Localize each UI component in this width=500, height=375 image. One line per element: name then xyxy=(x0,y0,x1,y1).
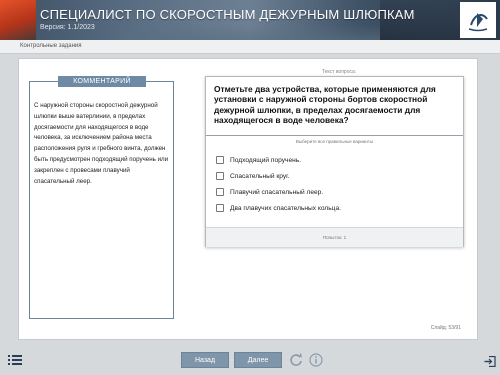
option-label: Подходящий поручень. xyxy=(230,156,302,164)
comment-box: КОММЕНТАРИЙ С наружной стороны скоростно… xyxy=(29,76,174,319)
question-caption: Текст вопроса: xyxy=(321,69,357,75)
comment-text: С наружной стороны скоростной дежурной ш… xyxy=(34,102,169,185)
question-divider xyxy=(206,135,463,136)
question-instruction: Выберите все правильные варианты xyxy=(295,139,374,144)
app-header: СПЕЦИАЛИСТ ПО СКОРОСТНЫМ ДЕЖУРНЫМ ШЛЮПКА… xyxy=(0,0,500,40)
header-water-image xyxy=(120,24,380,40)
back-button[interactable]: Назад xyxy=(181,352,229,368)
answer-option[interactable]: Плавучий спасательный леер. xyxy=(216,188,323,196)
breadcrumb: Контрольные задания xyxy=(20,43,82,49)
option-label: Два плавучих спасательных кольца. xyxy=(230,204,341,212)
app-title: СПЕЦИАЛИСТ ПО СКОРОСТНЫМ ДЕЖУРНЫМ ШЛЮПКА… xyxy=(40,7,415,22)
info-icon[interactable] xyxy=(309,353,323,372)
comment-title: КОММЕНТАРИЙ xyxy=(58,76,146,87)
option-label: Плавучий спасательный леер. xyxy=(230,188,324,196)
answer-option[interactable]: Подходящий поручень. xyxy=(216,156,301,164)
option-checkbox[interactable] xyxy=(216,204,224,212)
option-checkbox[interactable] xyxy=(216,156,224,164)
slide-panel: КОММЕНТАРИЙ С наружной стороны скоростно… xyxy=(18,58,478,340)
next-button[interactable]: Далее xyxy=(234,352,282,368)
option-checkbox[interactable] xyxy=(216,172,224,180)
attempts-counter: Попыток: 1 xyxy=(322,235,347,240)
exit-icon[interactable] xyxy=(484,354,496,372)
option-checkbox[interactable] xyxy=(216,188,224,196)
breadcrumb-bar: Контрольные задания xyxy=(0,40,500,54)
answer-option[interactable]: Спасательный круг. xyxy=(216,172,290,180)
option-label: Спасательный круг. xyxy=(230,172,290,180)
slide-counter: Слайд: 53/91 xyxy=(430,325,461,331)
logo-icon xyxy=(460,2,496,38)
question-text: Отметьте два устройства, которые применя… xyxy=(214,84,436,126)
answer-option[interactable]: Два плавучих спасательных кольца. xyxy=(216,204,341,212)
attempts-bar: Попыток: 1 xyxy=(206,227,463,247)
version-label: Версия: 1.1/2023 xyxy=(40,24,95,31)
header-boat-image xyxy=(0,0,36,40)
menu-icon[interactable] xyxy=(8,353,22,371)
refresh-icon[interactable] xyxy=(289,353,303,372)
question-card: Отметьте два устройства, которые применя… xyxy=(205,76,464,247)
